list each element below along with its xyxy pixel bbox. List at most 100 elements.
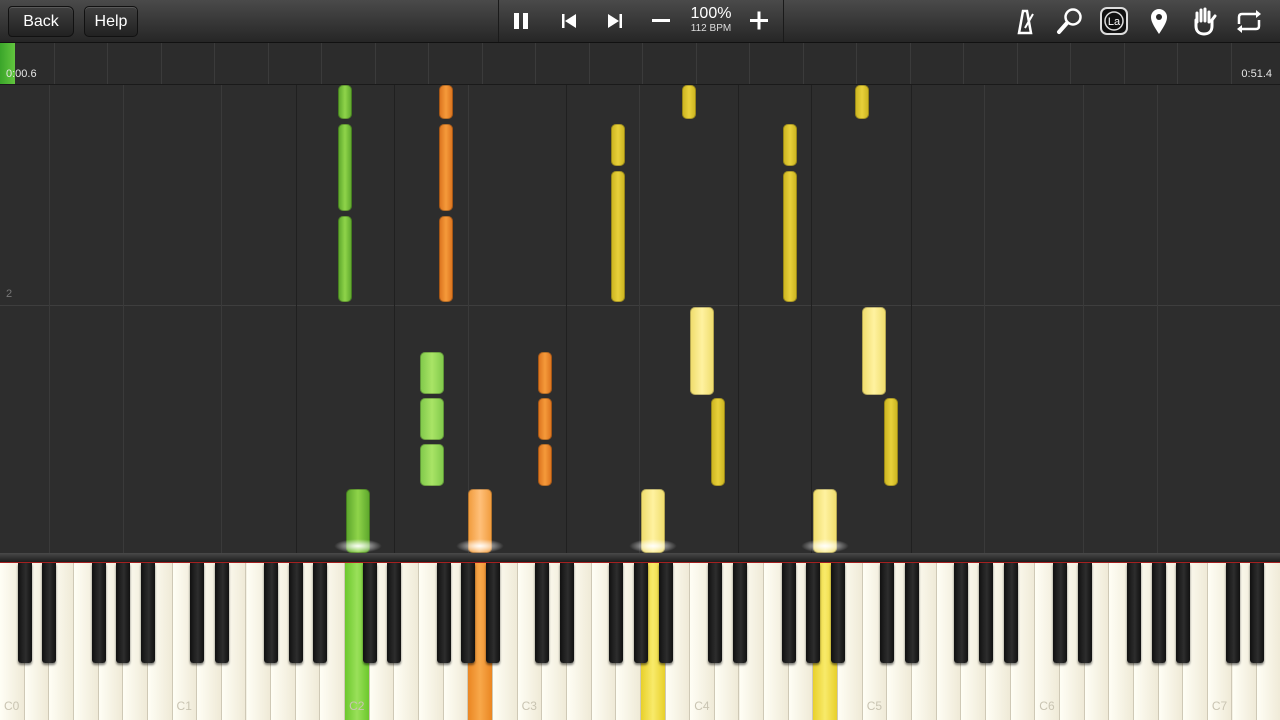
total-time: 0:51.4 (1241, 68, 1272, 80)
skip-previous-button[interactable] (547, 0, 591, 42)
black-key[interactable] (91, 563, 106, 663)
black-key[interactable] (362, 563, 377, 663)
black-key[interactable] (707, 563, 722, 663)
black-key[interactable] (17, 563, 32, 663)
grid-line (639, 85, 640, 553)
hand-button[interactable] (1187, 4, 1221, 38)
speed-down-button[interactable] (639, 0, 683, 42)
falling-note (611, 124, 625, 166)
black-key[interactable] (486, 563, 500, 663)
metronome-button[interactable] (1008, 4, 1042, 38)
falling-note (538, 398, 552, 440)
falling-note (711, 398, 725, 486)
falling-note (862, 307, 886, 395)
octave-line (738, 85, 739, 553)
note-labels-button[interactable]: La (1097, 4, 1131, 38)
black-key[interactable] (954, 563, 969, 663)
octave-label: C6 (1039, 699, 1055, 713)
black-key[interactable] (461, 563, 476, 663)
speed-display: 100% 112 BPM (681, 5, 741, 34)
note-hit-glow (456, 539, 504, 553)
falling-note (538, 352, 552, 394)
note-labels-icon: La (1100, 7, 1128, 35)
falling-note (439, 124, 453, 211)
black-key[interactable] (313, 563, 328, 663)
black-key[interactable] (781, 563, 796, 663)
black-key[interactable] (658, 563, 673, 663)
grid-line (1157, 85, 1158, 553)
grid-line (468, 85, 469, 553)
black-key[interactable] (1250, 563, 1265, 663)
black-key[interactable] (42, 563, 57, 663)
black-key[interactable] (116, 563, 131, 663)
black-key[interactable] (1077, 563, 1092, 663)
grid-line (1083, 85, 1084, 553)
octave-line (911, 85, 912, 553)
loop-icon (1237, 10, 1261, 33)
black-key[interactable] (1176, 563, 1191, 663)
black-key[interactable] (190, 563, 205, 663)
black-key[interactable] (880, 563, 895, 663)
location-button[interactable] (1142, 4, 1176, 38)
skip-next-button[interactable] (593, 0, 637, 42)
help-button[interactable]: Help (84, 6, 138, 37)
black-key[interactable] (535, 563, 550, 663)
falling-note (338, 216, 352, 302)
grid-line (123, 85, 124, 553)
note-hit-glow (629, 539, 677, 553)
falling-note (538, 444, 552, 486)
note-hit-glow (334, 539, 382, 553)
black-key[interactable] (1052, 563, 1067, 663)
falling-note (439, 85, 453, 119)
zoom-button[interactable] (1053, 4, 1087, 38)
black-key[interactable] (140, 563, 155, 663)
black-key[interactable] (806, 563, 821, 663)
black-key[interactable] (633, 563, 648, 663)
measure-line (0, 305, 1280, 306)
hand-icon (1194, 7, 1217, 36)
note-roll: 2 (0, 85, 1280, 553)
falling-note (439, 216, 453, 302)
octave-line (811, 85, 812, 553)
grid-line (49, 85, 50, 553)
falling-note (884, 398, 898, 486)
top-toolbar: Back Help 100% 112 BPM La (0, 0, 1280, 43)
black-key[interactable] (831, 563, 846, 663)
black-key[interactable] (979, 563, 993, 663)
measure-number: 2 (6, 288, 13, 300)
minus-icon (652, 19, 670, 22)
metronome-icon (1017, 9, 1034, 35)
back-button[interactable]: Back (8, 6, 74, 37)
black-key[interactable] (1151, 563, 1166, 663)
location-pin-icon (1151, 9, 1167, 34)
black-key[interactable] (288, 563, 303, 663)
black-key[interactable] (609, 563, 624, 663)
piano-keyboard: C0 C1 C2 C3 C4 C5 C6 C7 (0, 563, 1280, 720)
black-key[interactable] (559, 563, 574, 663)
black-key[interactable] (1003, 563, 1018, 663)
black-key[interactable] (264, 563, 279, 663)
octave-label: C7 (1211, 699, 1228, 713)
falling-note (420, 444, 444, 486)
speed-up-button[interactable] (737, 0, 781, 42)
elapsed-time: 0:00.6 (6, 68, 37, 80)
falling-note (420, 398, 444, 440)
black-key[interactable] (1225, 563, 1240, 663)
black-key[interactable] (905, 563, 920, 663)
black-key[interactable] (732, 563, 747, 663)
falling-note (611, 171, 625, 302)
loop-button[interactable] (1232, 4, 1266, 38)
falling-note (420, 352, 444, 394)
pause-button[interactable] (499, 0, 543, 42)
black-key[interactable] (387, 563, 402, 663)
octave-label: C2 (349, 699, 365, 713)
tempo-bpm: 112 BPM (690, 23, 732, 34)
falling-note (682, 85, 696, 119)
falling-note (338, 85, 352, 119)
black-key[interactable] (1126, 563, 1141, 663)
timeline-bar[interactable]: 0:00.6 0:51.4 (0, 43, 1280, 85)
black-key[interactable] (214, 563, 229, 663)
black-key[interactable] (436, 563, 451, 663)
falling-note (783, 124, 797, 166)
keyboard-rail (0, 553, 1280, 563)
